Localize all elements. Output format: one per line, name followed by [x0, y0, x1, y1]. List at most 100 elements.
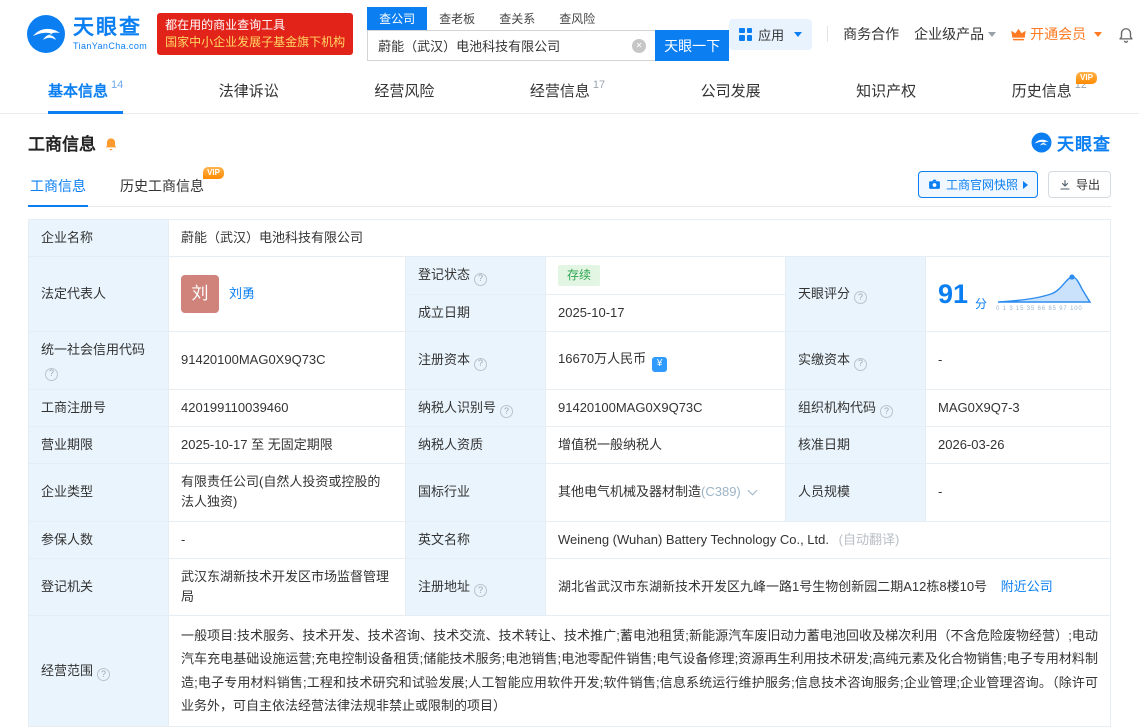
- field-label: 法定代表人: [41, 286, 106, 301]
- nearby-companies-link[interactable]: 附近公司: [1001, 579, 1053, 594]
- tab-company-development[interactable]: 公司发展: [701, 68, 761, 113]
- score-value: 91: [938, 281, 968, 308]
- clear-search-icon[interactable]: [632, 39, 646, 53]
- apps-menu[interactable]: 应用: [729, 19, 812, 50]
- slogan-banner: 都在用的商业查询工具 国家中小企业发展子基金旗下机构: [157, 13, 353, 55]
- help-icon[interactable]: [474, 273, 487, 286]
- field-label: 英文名称: [418, 532, 470, 547]
- tab-operation-risk[interactable]: 经营风险: [374, 68, 434, 113]
- divider: [827, 26, 828, 42]
- tab-count: 14: [111, 79, 123, 91]
- subtab-business-info[interactable]: 工商信息: [28, 176, 88, 206]
- help-icon[interactable]: [97, 668, 110, 681]
- section-watermark-logo: 天眼查: [1031, 130, 1111, 155]
- tab-legal-litigation[interactable]: 法律诉讼: [219, 68, 279, 113]
- field-label: 登记状态: [418, 267, 470, 282]
- slogan-line2: 国家中小企业发展子基金旗下机构: [165, 34, 345, 51]
- legal-rep-avatar[interactable]: 刘: [181, 275, 219, 313]
- currency-icon[interactable]: [652, 357, 667, 372]
- slogan-line1: 都在用的商业查询工具: [165, 17, 345, 34]
- chevron-down-icon: [794, 32, 802, 37]
- apps-label: 应用: [758, 25, 784, 44]
- subtabs: 工商信息 历史工商信息 VIP 工商官网快照 导出: [28, 171, 1111, 207]
- business-info-table: 企业名称 蔚能（武汉）电池科技有限公司 法定代表人 刘 刘勇 登记状态 存续 天…: [28, 219, 1111, 727]
- snapshot-icon: [928, 178, 941, 191]
- search-button[interactable]: 天眼一下: [655, 30, 729, 61]
- table-row: 企业类型 有限责任公司(自然人投资或控股的法人独资) 国标行业 其他电气机械及器…: [29, 464, 1111, 521]
- table-row: 统一社会信用代码 91420100MAG0X9Q73C 注册资本 16670万人…: [29, 332, 1111, 390]
- help-icon[interactable]: [854, 358, 867, 371]
- field-label: 实缴资本: [798, 352, 850, 367]
- vip-badge: VIP: [1076, 72, 1097, 84]
- subtab-history-business-info[interactable]: 历史工商信息 VIP: [118, 176, 206, 206]
- field-label: 注册资本: [418, 352, 470, 367]
- tab-history-info[interactable]: 历史信息12 VIP: [1012, 68, 1087, 113]
- industry-code: (C389): [701, 484, 741, 499]
- official-snapshot-button[interactable]: 工商官网快照: [918, 171, 1038, 198]
- search-tab-risk[interactable]: 查风险: [547, 7, 607, 30]
- field-label: 企业类型: [41, 484, 93, 499]
- field-label: 核准日期: [798, 437, 850, 452]
- logo-text-en: TianYanCha.com: [73, 41, 147, 51]
- help-icon[interactable]: [500, 405, 513, 418]
- field-label: 人员规模: [798, 484, 850, 499]
- help-icon[interactable]: [854, 291, 867, 304]
- field-label: 工商注册号: [41, 400, 106, 415]
- chevron-down-icon: [1094, 32, 1102, 37]
- field-label: 参保人数: [41, 532, 93, 547]
- table-row: 登记机关 武汉东湖新技术开发区市场监督管理局 注册地址 湖北省武汉市东湖新技术开…: [29, 558, 1111, 615]
- enterprise-products-menu[interactable]: 企业级产品: [914, 24, 996, 44]
- legal-rep-link[interactable]: 刘勇: [229, 284, 255, 304]
- arrow-right-icon: [1023, 181, 1028, 189]
- table-row: 法定代表人 刘 刘勇 登记状态 存续 天眼评分 91 分: [29, 257, 1111, 295]
- vip-badge: VIP: [203, 167, 224, 179]
- chevron-down-icon[interactable]: [747, 486, 757, 496]
- field-label: 纳税人识别号: [418, 400, 496, 415]
- address-value: 湖北省武汉市东湖新技术开发区九峰一路1号生物创新园二期A12栋8楼10号: [558, 579, 987, 594]
- tianyan-score[interactable]: 91 分 0 1 3 15 35 66 85 97 100: [938, 273, 1098, 316]
- logo-text-cn: 天眼查: [73, 17, 147, 38]
- help-icon[interactable]: [45, 368, 58, 381]
- search-tab-boss[interactable]: 查老板: [427, 7, 487, 30]
- top-header: 天眼查 TianYanCha.com 都在用的商业查询工具 国家中小企业发展子基…: [0, 0, 1139, 68]
- header-right: 应用 商务合作 企业级产品 开通会员 费米: [729, 19, 1139, 50]
- business-cooperation-link[interactable]: 商务合作: [843, 24, 899, 44]
- tab-intellectual-property[interactable]: 知识产权: [856, 68, 916, 113]
- table-row: 参保人数 - 英文名称 Weineng (Wuhan) Battery Tech…: [29, 521, 1111, 558]
- company-name-value: 蔚能（武汉）电池科技有限公司: [181, 230, 363, 245]
- field-label: 登记机关: [41, 579, 93, 594]
- search-tab-relation[interactable]: 查关系: [487, 7, 547, 30]
- search-input[interactable]: [368, 38, 655, 53]
- export-button[interactable]: 导出: [1048, 171, 1111, 198]
- help-icon[interactable]: [474, 358, 487, 371]
- logo-icon: [1031, 132, 1052, 153]
- score-unit: 分: [975, 295, 987, 314]
- alert-bell-icon[interactable]: [103, 135, 119, 151]
- score-distribution-chart: 0 1 3 15 35 66 85 97 100: [996, 273, 1098, 316]
- logo-icon: [26, 14, 66, 54]
- search-block: 查公司 查老板 查关系 查风险 天眼一下: [367, 7, 729, 61]
- table-row: 工商注册号 420199110039460 纳税人识别号 91420100MAG…: [29, 389, 1111, 426]
- main-content: 工商信息 天眼查 工商信息 历史工商信息 VIP 工商官网快照: [0, 130, 1139, 727]
- notification-bell-icon[interactable]: [1117, 25, 1135, 43]
- business-scope-text: 一般项目:技术服务、技术开发、技术咨询、技术交流、技术转让、技术推广;蓄电池租赁…: [181, 624, 1098, 718]
- field-label: 企业名称: [41, 230, 93, 245]
- chevron-down-icon: [988, 32, 996, 37]
- field-label: 国标行业: [418, 484, 470, 499]
- tab-basic-info[interactable]: 基本信息14: [48, 68, 123, 113]
- field-label: 天眼评分: [798, 286, 850, 301]
- open-membership-menu[interactable]: 开通会员: [1011, 24, 1102, 44]
- auto-translate-note: (自动翻译): [839, 532, 900, 547]
- field-label: 纳税人资质: [418, 437, 483, 452]
- field-label: 组织机构代码: [798, 400, 876, 415]
- search-tab-company[interactable]: 查公司: [367, 7, 427, 30]
- export-icon: [1059, 179, 1071, 191]
- field-label: 营业期限: [41, 437, 93, 452]
- field-label: 经营范围: [41, 663, 93, 678]
- tianyancha-logo[interactable]: 天眼查 TianYanCha.com: [26, 14, 147, 54]
- help-icon[interactable]: [880, 405, 893, 418]
- search-tabs: 查公司 查老板 查关系 查风险: [367, 7, 729, 30]
- table-row: 企业名称 蔚能（武汉）电池科技有限公司: [29, 220, 1111, 257]
- tab-operation-info[interactable]: 经营信息17: [530, 68, 605, 113]
- help-icon[interactable]: [474, 584, 487, 597]
